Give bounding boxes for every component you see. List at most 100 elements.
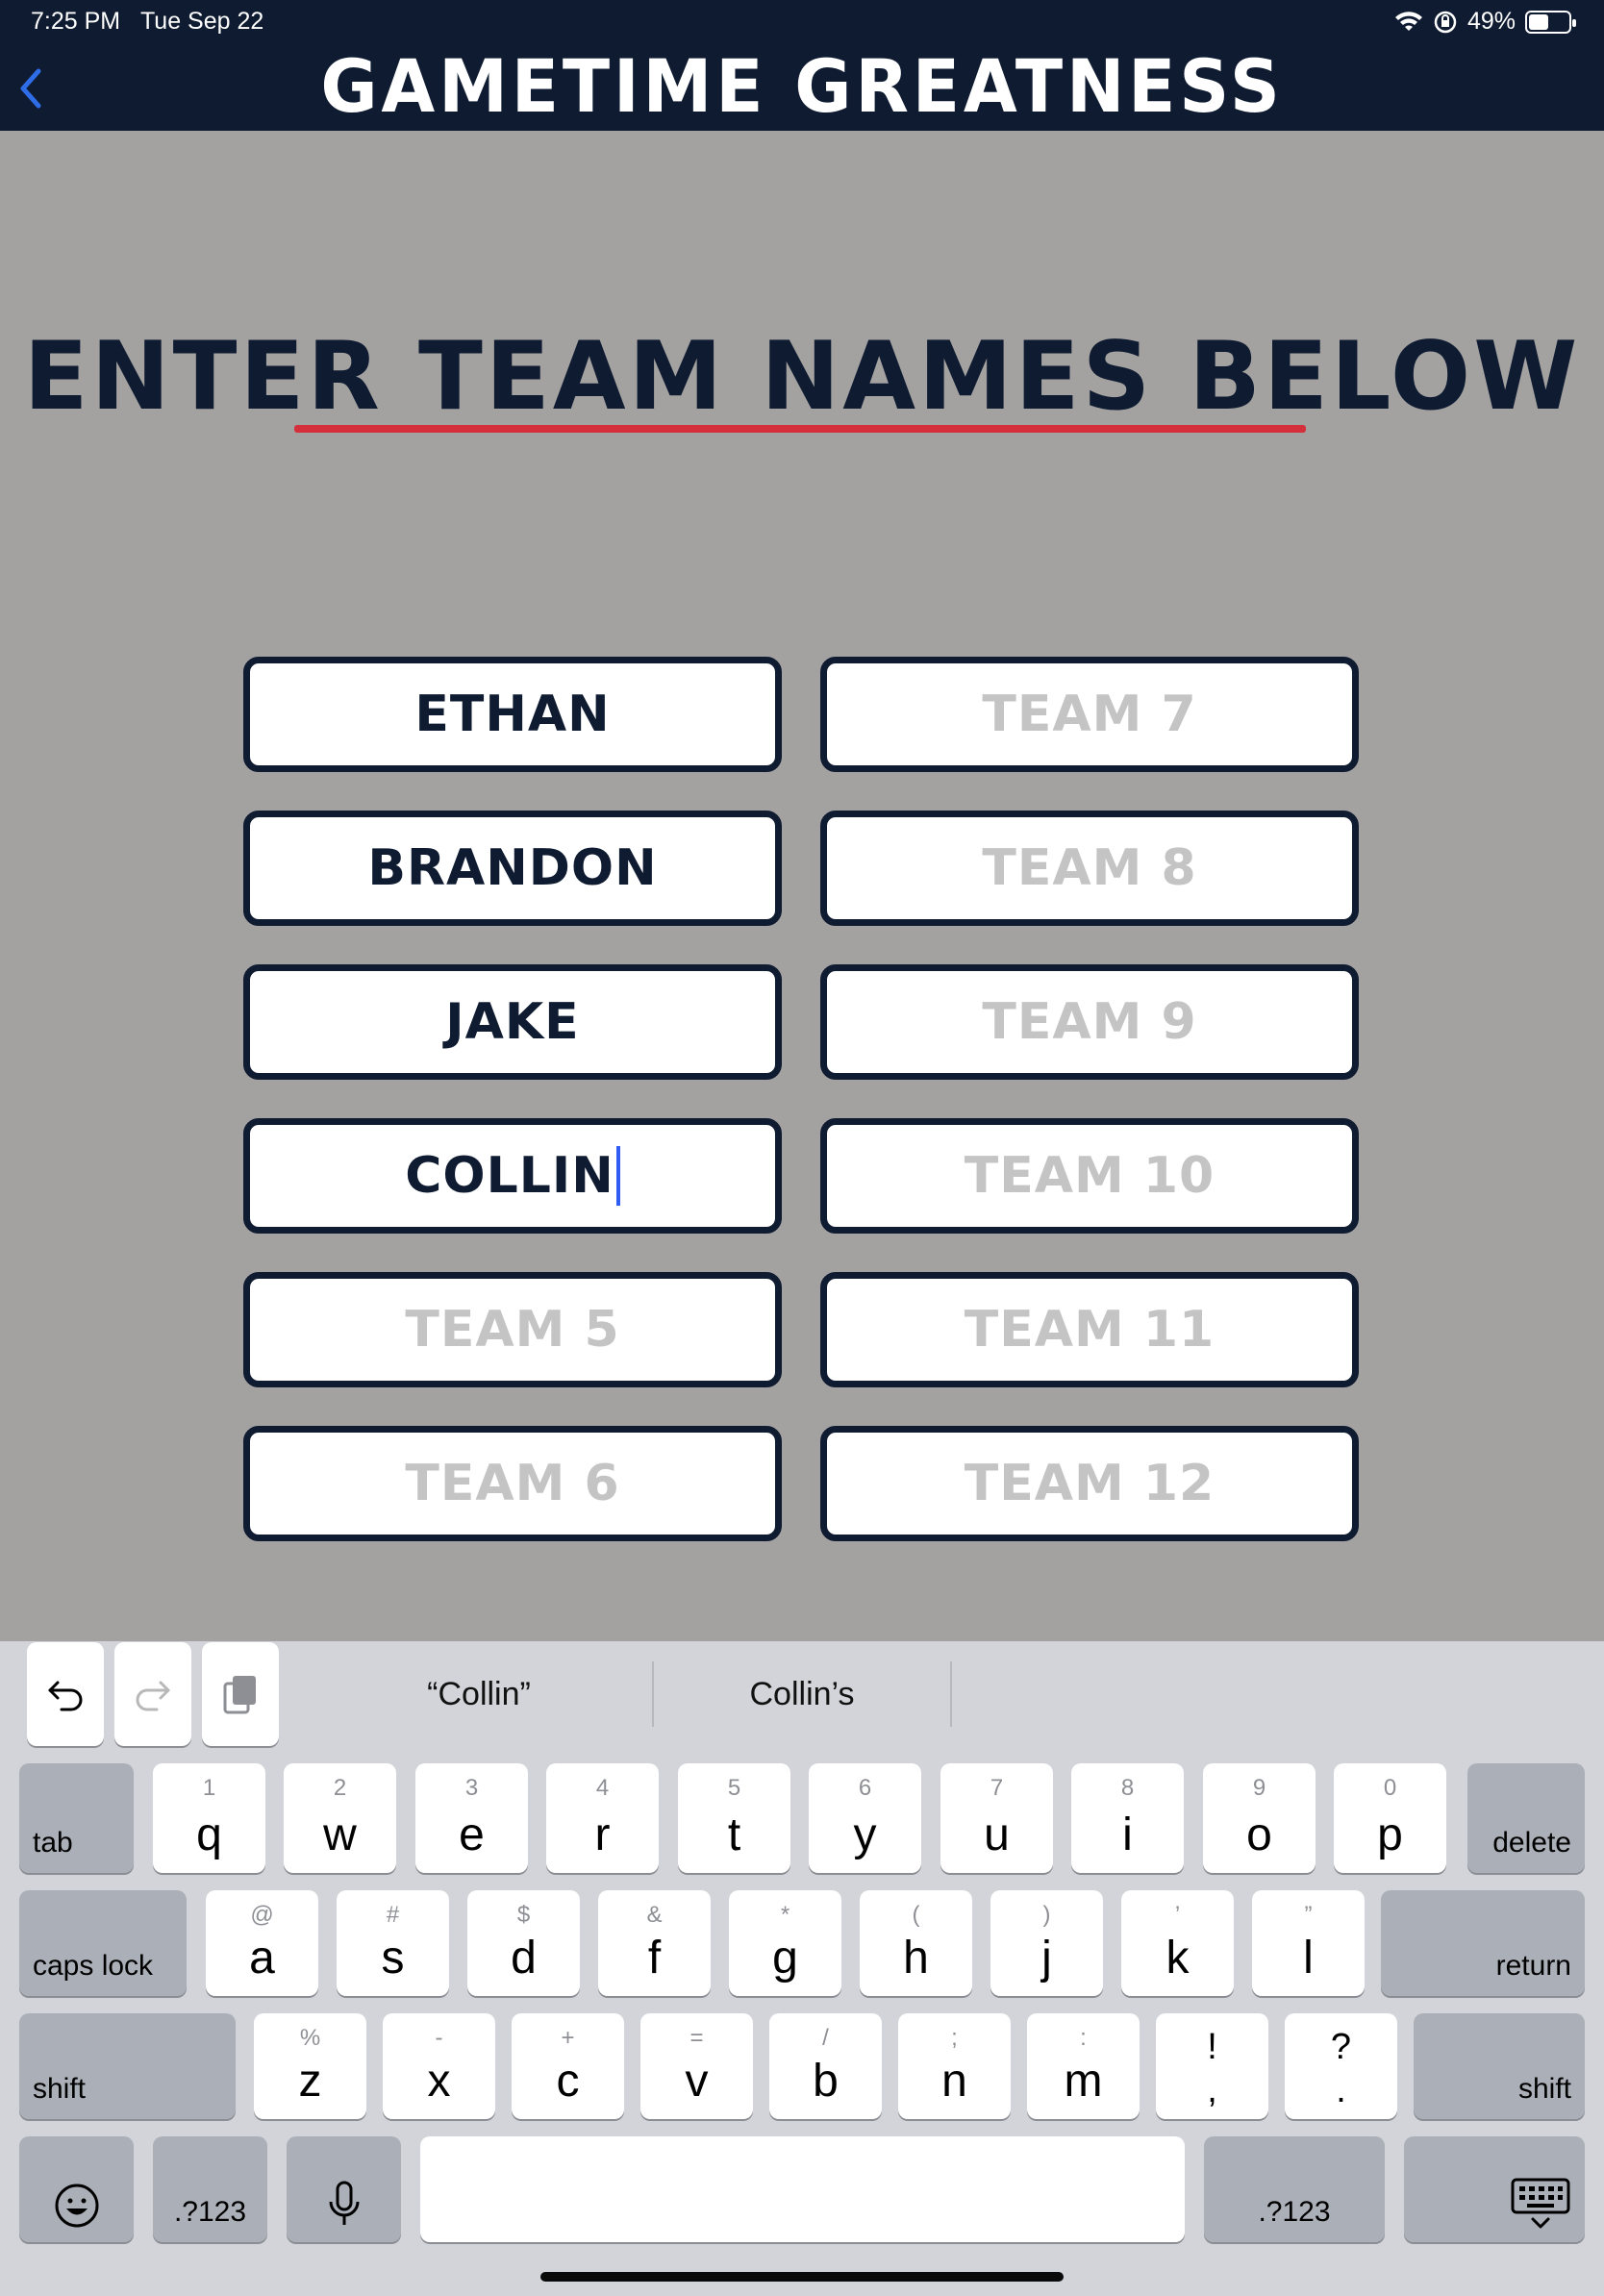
key-label: v	[685, 2056, 709, 2107]
suggestion-1[interactable]: “Collin”	[306, 1663, 652, 1725]
emoji-key[interactable]	[19, 2136, 134, 2242]
key-label: h	[903, 1933, 929, 1984]
key-w[interactable]: 2w	[284, 1763, 396, 1873]
key-x[interactable]: -x	[383, 2013, 495, 2119]
team-7-input[interactable]: TEAM 7	[820, 657, 1359, 772]
paste-button[interactable]	[202, 1642, 279, 1746]
team-11-input[interactable]: TEAM 11	[820, 1272, 1359, 1387]
key-l[interactable]: ” l	[1252, 1890, 1365, 1996]
orientation-lock-icon	[1434, 11, 1457, 33]
key-label: t	[727, 1809, 741, 1860]
team-10-input[interactable]: TEAM 10	[820, 1118, 1359, 1234]
key-p[interactable]: 0p	[1334, 1763, 1446, 1873]
key-f[interactable]: & f	[598, 1890, 711, 1996]
key-c[interactable]: + c	[512, 2013, 624, 2119]
numbers-key-left[interactable]: .?123	[153, 2136, 267, 2242]
suggestion-2[interactable]: Collin’s	[654, 1663, 950, 1725]
key-top: ?	[1330, 2027, 1352, 2067]
key-hint: ;	[951, 2025, 958, 2051]
key-hint: -	[435, 2025, 443, 2051]
emoji-icon	[55, 2184, 98, 2228]
team-3-input[interactable]: JAKE	[243, 964, 782, 1080]
dictation-key[interactable]	[287, 2136, 401, 2242]
key-h[interactable]: (h	[860, 1890, 972, 1996]
team-1-input[interactable]: ETHAN	[243, 657, 782, 772]
team-2-value: BRANDON	[367, 839, 658, 897]
redo-button[interactable]	[114, 1642, 191, 1746]
key-t[interactable]: 5t	[678, 1763, 790, 1873]
team-3-value: JAKE	[445, 993, 580, 1051]
key-e[interactable]: 3e	[415, 1763, 528, 1873]
status-time: 7:25 PM Tue Sep 22	[31, 8, 263, 36]
team-4-value: COLLIN	[405, 1147, 614, 1205]
caps-lock-label: caps lock	[33, 1950, 154, 1982]
key-label: a	[249, 1933, 275, 1984]
key-hint: 2	[333, 1775, 347, 1801]
battery-percent: 49%	[1466, 8, 1516, 35]
battery-icon	[1525, 10, 1576, 34]
team-4-input[interactable]: COLLIN	[243, 1118, 782, 1234]
numbers-key-right[interactable]: .?123	[1204, 2136, 1385, 2242]
team-9-input[interactable]: TEAM 9	[820, 964, 1359, 1080]
heading-underline	[294, 425, 1306, 433]
key-hint: 1	[202, 1775, 216, 1801]
key-hint: 0	[1383, 1775, 1397, 1801]
team-5-input[interactable]: TEAM 5	[243, 1272, 782, 1387]
key-top: !	[1207, 2027, 1217, 2067]
team-8-input[interactable]: TEAM 8	[820, 811, 1359, 926]
key-hint: +	[561, 2025, 575, 2051]
tab-label: tab	[33, 1827, 73, 1859]
key-y[interactable]: 6y	[809, 1763, 921, 1873]
shift-key-left[interactable]: shift	[19, 2013, 236, 2119]
key-g[interactable]: * g	[729, 1890, 841, 1996]
delete-key[interactable]: delete	[1467, 1763, 1585, 1873]
return-key[interactable]: return	[1381, 1890, 1585, 1996]
key-question-period[interactable]: ?.	[1285, 2013, 1397, 2119]
key-m[interactable]: :m	[1027, 2013, 1140, 2119]
key-hint: $	[516, 1902, 531, 1928]
shift-key-right[interactable]: shift	[1414, 2013, 1585, 2119]
key-label: b	[813, 2056, 839, 2107]
home-indicator[interactable]	[540, 2272, 1064, 2282]
shift-label: shift	[1517, 2073, 1571, 2105]
key-label: d	[511, 1933, 537, 1984]
key-n[interactable]: ; n	[898, 2013, 1011, 2119]
shift-label: shift	[33, 2073, 87, 2105]
key-r[interactable]: 4r	[546, 1763, 659, 1873]
clock: 7:25 PM	[31, 8, 121, 35]
key-d[interactable]: $ d	[467, 1890, 580, 1996]
caps-lock-key[interactable]: caps lock	[19, 1890, 187, 1996]
key-v[interactable]: = v	[640, 2013, 753, 2119]
key-j[interactable]: ) j	[990, 1890, 1103, 1996]
space-bar[interactable]	[420, 2136, 1185, 2242]
tab-key[interactable]: tab	[19, 1763, 134, 1873]
team-2-input[interactable]: BRANDON	[243, 811, 782, 926]
key-bottom: .	[1336, 2070, 1346, 2110]
text-caret	[615, 1146, 620, 1206]
keyboard-dismiss-icon	[1511, 2178, 1570, 2229]
key-b[interactable]: / b	[769, 2013, 882, 2119]
key-exclamation-comma[interactable]: !,	[1156, 2013, 1268, 2119]
key-hint: ”	[1304, 1902, 1313, 1928]
key-s[interactable]: # s	[337, 1890, 449, 1996]
dismiss-keyboard-key[interactable]	[1404, 2136, 1585, 2242]
team-12-input[interactable]: TEAM 12	[820, 1426, 1359, 1541]
key-hint: :	[1080, 2025, 1087, 2051]
key-o[interactable]: 9o	[1203, 1763, 1316, 1873]
key-u[interactable]: 7u	[940, 1763, 1053, 1873]
date: Tue Sep 22	[139, 8, 264, 35]
numbers-label: .?123	[173, 2196, 247, 2228]
undo-button[interactable]	[27, 1642, 104, 1746]
key-label: c	[556, 2056, 580, 2107]
key-hint: &	[646, 1902, 663, 1928]
app-title: GAMETIME GREATNESS	[320, 43, 1284, 129]
team-1-value: ETHAN	[414, 686, 611, 743]
suggestion-3[interactable]	[952, 1663, 1241, 1725]
key-i[interactable]: 8i	[1071, 1763, 1184, 1873]
team-6-input[interactable]: TEAM 6	[243, 1426, 782, 1541]
key-hint: ’	[1174, 1902, 1181, 1928]
key-z[interactable]: % z	[254, 2013, 366, 2119]
key-k[interactable]: ’ k	[1121, 1890, 1234, 1996]
key-q[interactable]: 1q	[153, 1763, 265, 1873]
key-a[interactable]: @ a	[206, 1890, 318, 1996]
